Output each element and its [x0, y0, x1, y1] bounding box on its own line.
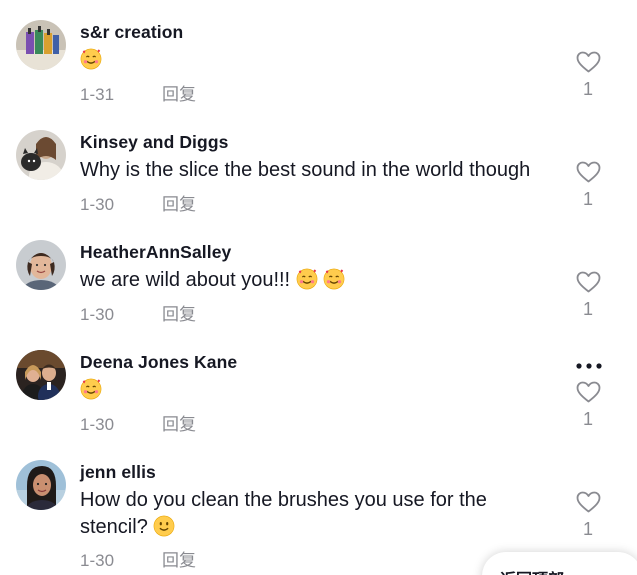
comment-meta: 1-30 回复 [80, 300, 196, 325]
slightly-smiling-face-icon [154, 515, 175, 537]
heart-icon[interactable] [576, 271, 601, 293]
like-count: 1 [582, 189, 593, 209]
smiling-face-with-hearts-icon [80, 48, 102, 70]
comment-text [80, 47, 560, 74]
smiling-face-with-hearts-icon [296, 268, 318, 290]
smiling-face-with-hearts-icon [323, 268, 345, 290]
heart-icon[interactable] [576, 381, 601, 403]
comment-item: s&r creation 1-31 回复 1 [0, 0, 637, 110]
heart-icon[interactable] [576, 491, 601, 513]
comment-meta: 1-30 回复 [80, 546, 196, 571]
heart-icon[interactable] [576, 161, 601, 183]
comment-meta: 1-31 回复 [80, 80, 196, 105]
like-count: 1 [582, 409, 593, 429]
comment-text: we are wild about you!!! [80, 267, 560, 294]
comment-username[interactable]: Deena Jones Kane [80, 352, 237, 373]
comment-list: s&r creation 1-31 回复 1 Kinsey and Diggs … [0, 0, 637, 575]
avatar[interactable] [16, 130, 66, 180]
reply-button[interactable]: 回复 [162, 415, 196, 434]
comment-date: 1-30 [80, 551, 115, 570]
comment-date: 1-30 [80, 415, 115, 434]
comment-item: Kinsey and Diggs Why is the slice the be… [0, 110, 637, 220]
comment-date: 1-31 [80, 85, 115, 104]
comment-meta: 1-30 回复 [80, 190, 196, 215]
comment-text: How do you clean the brushes you use for… [80, 489, 487, 538]
comment-text: Why is the slice the best sound in the w… [80, 159, 531, 181]
comment-username[interactable]: HeatherAnnSalley [80, 242, 231, 263]
smiling-face-with-hearts-icon [80, 378, 102, 400]
comment-item: Deena Jones Kane 1-30 回复 1 [0, 330, 637, 440]
comment-date: 1-30 [80, 305, 115, 324]
like-count: 1 [582, 299, 593, 319]
comment-username[interactable]: s&r creation [80, 22, 183, 43]
reply-button[interactable]: 回复 [162, 85, 196, 104]
back-to-top-label: 返回顶部 [500, 566, 564, 575]
avatar[interactable] [16, 240, 66, 290]
like-count: 1 [582, 79, 593, 99]
more-dots-icon[interactable] [574, 361, 604, 371]
comment-date: 1-30 [80, 195, 115, 214]
comment-item: jenn ellis How do you clean the brushes … [0, 440, 637, 570]
comment-text [80, 377, 560, 404]
avatar[interactable] [16, 20, 66, 70]
like-count: 1 [582, 519, 593, 539]
comment-item: HeatherAnnSalley we are wild about you!!… [0, 220, 637, 330]
comment-username[interactable]: Kinsey and Diggs [80, 132, 228, 153]
reply-button[interactable]: 回复 [162, 305, 196, 324]
avatar[interactable] [16, 460, 66, 510]
reply-button[interactable]: 回复 [162, 195, 196, 214]
comment-meta: 1-30 回复 [80, 410, 196, 435]
back-to-top-button[interactable]: 返回顶部 [482, 552, 637, 575]
reply-button[interactable]: 回复 [162, 551, 196, 570]
comment-username[interactable]: jenn ellis [80, 462, 156, 483]
heart-icon[interactable] [576, 51, 601, 73]
avatar[interactable] [16, 350, 66, 400]
